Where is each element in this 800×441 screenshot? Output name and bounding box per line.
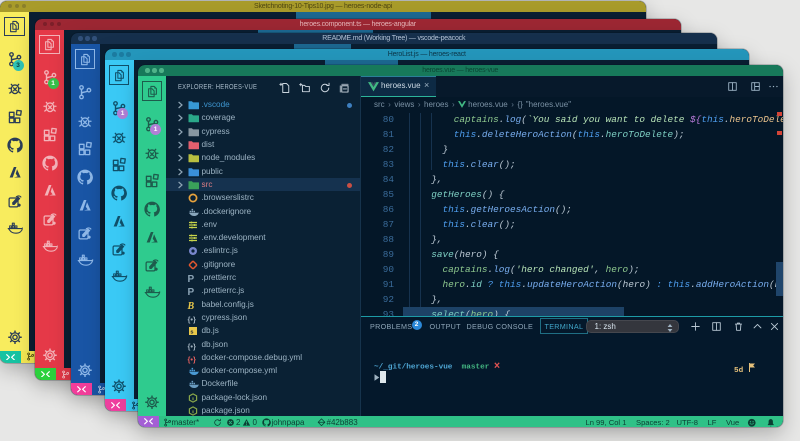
svg-text:s: s — [190, 330, 193, 336]
